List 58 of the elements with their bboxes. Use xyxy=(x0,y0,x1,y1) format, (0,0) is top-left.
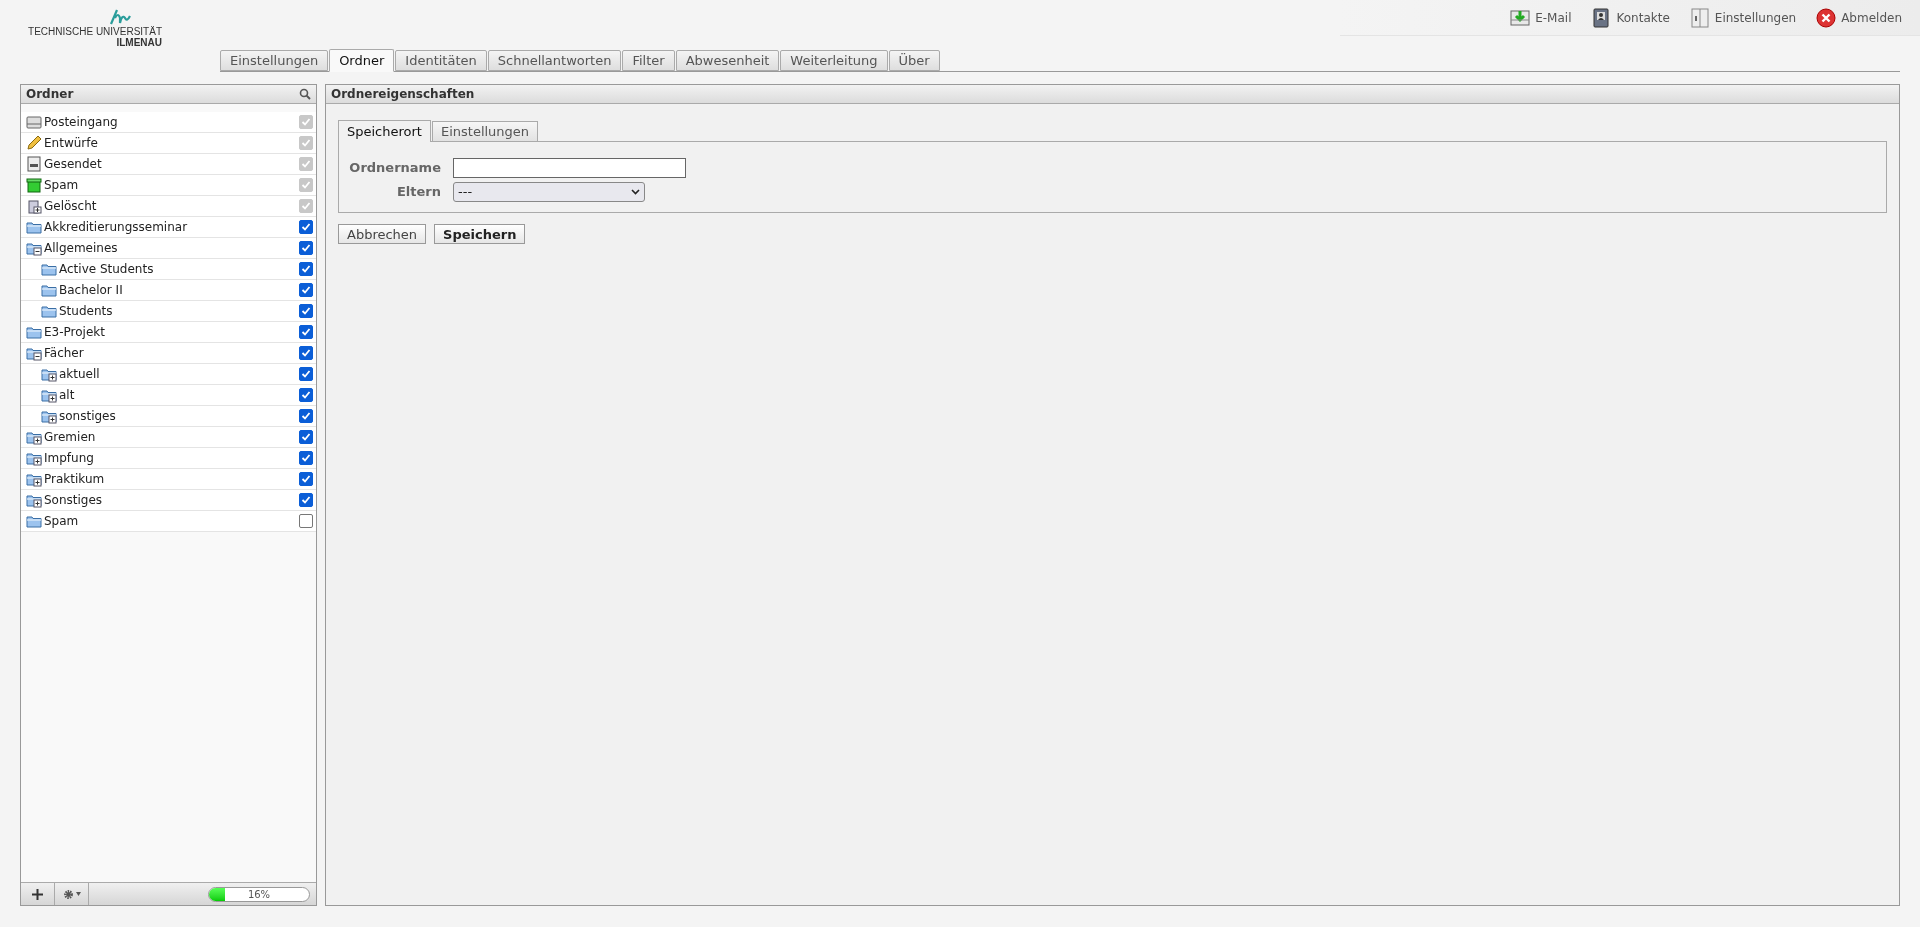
subscription-checkbox[interactable] xyxy=(299,430,313,444)
cancel-button[interactable]: Abbrechen xyxy=(338,224,427,244)
pencil-icon xyxy=(26,135,42,151)
subscription-checkbox[interactable] xyxy=(299,241,313,255)
close-icon xyxy=(1816,7,1837,28)
field-label: Ordnername xyxy=(348,159,441,178)
save-button[interactable]: Speichern xyxy=(434,224,526,244)
subscription-checkbox[interactable] xyxy=(299,346,313,360)
gear-icon xyxy=(62,888,74,900)
subscription-checkbox[interactable] xyxy=(299,451,313,465)
panel-icon xyxy=(1689,7,1710,28)
header-link[interactable]: Abmelden xyxy=(1816,7,1902,28)
settings-tab[interactable]: Filter xyxy=(622,50,675,71)
subscription-checkbox[interactable] xyxy=(299,514,313,528)
search-icon[interactable] xyxy=(299,88,311,100)
folder-icon xyxy=(26,219,42,235)
settings-tab[interactable]: Schnellantworten xyxy=(487,50,622,71)
folder-icon xyxy=(26,513,42,529)
logo-icon xyxy=(108,8,132,26)
settings-tab[interactable]: Über xyxy=(888,50,940,71)
mail-icon xyxy=(1510,7,1531,28)
settings-tab[interactable]: Einstellungen xyxy=(220,50,329,71)
header-link[interactable]: E-Mail xyxy=(1510,7,1572,28)
folder-icon xyxy=(41,303,57,319)
panel-title: Ordnereigenschaften xyxy=(331,86,475,103)
subscription-checkbox[interactable] xyxy=(299,472,313,486)
folder-icon xyxy=(41,261,57,277)
subscription-checkbox[interactable] xyxy=(299,325,313,339)
settings-tab[interactable]: Ordner xyxy=(329,49,395,72)
settings-tab[interactable]: Weiterleitung xyxy=(780,50,888,71)
settings-tab[interactable]: Identitäten xyxy=(395,50,487,71)
subscription-checkbox[interactable] xyxy=(299,220,313,234)
logo-text: TECHNISCHE UNIVERSITÄT xyxy=(28,26,162,37)
subscription-checkbox[interactable] xyxy=(299,283,313,297)
subscription-checkbox[interactable] xyxy=(299,493,313,507)
plus-icon xyxy=(32,888,43,900)
select-field[interactable]: --- xyxy=(453,182,645,202)
subscription-checkbox[interactable] xyxy=(299,262,313,276)
subscription-checkbox[interactable] xyxy=(299,388,313,402)
address-book-icon xyxy=(1591,7,1612,28)
header-link[interactable]: Einstellungen xyxy=(1689,7,1797,28)
folder-icon xyxy=(41,282,57,298)
panel-title: Ordner xyxy=(26,86,74,103)
input-field[interactable] xyxy=(453,158,686,178)
quota-text: 16% xyxy=(246,887,272,901)
header-link[interactable]: Kontakte xyxy=(1591,7,1670,28)
logo-text: ILMENAU xyxy=(116,37,162,48)
subscription-checkbox[interactable] xyxy=(299,367,313,381)
settings-tab[interactable]: Abwesenheit xyxy=(675,50,780,71)
subscription-checkbox[interactable] xyxy=(299,304,313,318)
chevron-icon xyxy=(631,189,640,195)
bin-icon xyxy=(26,177,42,193)
form-tab[interactable]: Speicherort xyxy=(338,120,431,142)
subscription-checkbox[interactable] xyxy=(299,409,313,423)
caret-icon xyxy=(75,892,81,896)
field-label: Eltern xyxy=(395,183,441,202)
form-tab[interactable]: Einstellungen xyxy=(431,121,539,141)
folder-icon xyxy=(26,324,42,340)
